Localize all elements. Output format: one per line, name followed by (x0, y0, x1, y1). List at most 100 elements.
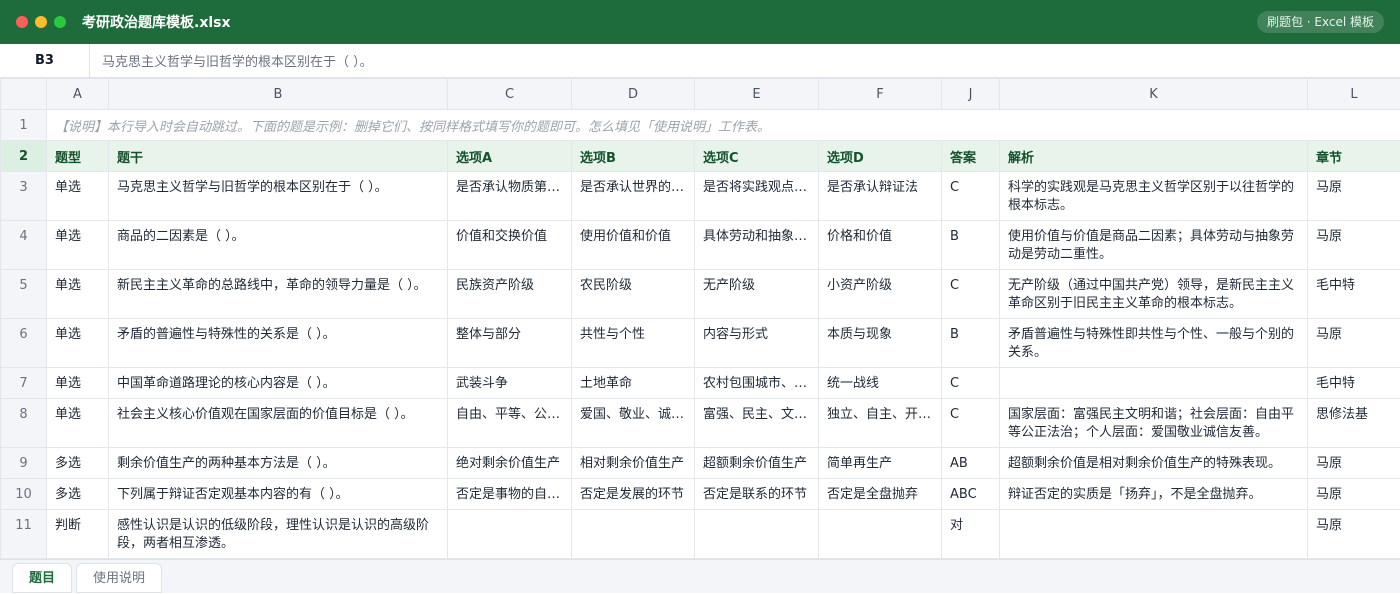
cell-option-a[interactable]: 武装斗争 (448, 368, 572, 399)
cell-explanation[interactable]: 国家层面：富强民主文明和谐；社会层面：自由平等公正法治；个人层面：爱国敬业诚信友… (1000, 399, 1308, 448)
cell-reference-box[interactable]: B3 (0, 44, 90, 77)
header-cell-option-a[interactable]: 选项A (448, 141, 572, 172)
cell-chapter[interactable]: 思修法基 (1308, 399, 1400, 448)
cell-chapter[interactable]: 毛中特 (1308, 270, 1400, 319)
row-number[interactable]: 2 (1, 141, 47, 172)
cell-stem[interactable]: 矛盾的普遍性与特殊性的关系是（ ）。 (109, 319, 448, 368)
row-number[interactable]: 11 (1, 510, 47, 559)
row-number[interactable]: 10 (1, 479, 47, 510)
formula-input[interactable]: 马克思主义哲学与旧哲学的根本区别在于（ ）。 (90, 44, 1400, 77)
row-number[interactable]: 1 (1, 110, 47, 141)
cell-option-d[interactable]: 价格和价值 (819, 221, 942, 270)
row-number[interactable]: 5 (1, 270, 47, 319)
cell-type[interactable]: 单选 (47, 221, 109, 270)
cell-explanation[interactable]: 科学的实践观是马克思主义哲学区别于以往哲学的根本标志。 (1000, 172, 1308, 221)
cell-type[interactable]: 判断 (47, 510, 109, 559)
cell-option-c[interactable]: 富强、民主、文… (695, 399, 819, 448)
cell-stem[interactable]: 社会主义核心价值观在国家层面的价值目标是（ ）。 (109, 399, 448, 448)
cell-option-a[interactable]: 否定是事物的自… (448, 479, 572, 510)
cell-option-b[interactable]: 使用价值和价值 (572, 221, 695, 270)
cell-option-d[interactable]: 是否承认辩证法 (819, 172, 942, 221)
cell-option-d[interactable]: 简单再生产 (819, 448, 942, 479)
cell-chapter[interactable]: 马原 (1308, 319, 1400, 368)
cell-stem[interactable]: 剩余价值生产的两种基本方法是（ ）。 (109, 448, 448, 479)
minimize-window-button[interactable] (35, 16, 47, 28)
cell-option-b[interactable]: 共性与个性 (572, 319, 695, 368)
cell-type[interactable]: 单选 (47, 368, 109, 399)
cell-explanation[interactable]: 矛盾普遍性与特殊性即共性与个性、一般与个别的关系。 (1000, 319, 1308, 368)
cell-option-c[interactable]: 否定是联系的环节 (695, 479, 819, 510)
select-all-corner[interactable] (1, 79, 47, 110)
cell-option-c[interactable]: 具体劳动和抽象… (695, 221, 819, 270)
cell-option-c[interactable]: 农村包围城市、… (695, 368, 819, 399)
cell-option-a[interactable]: 绝对剩余价值生产 (448, 448, 572, 479)
cell-option-a[interactable]: 是否承认物质第… (448, 172, 572, 221)
header-cell-option-b[interactable]: 选项B (572, 141, 695, 172)
cell-chapter[interactable]: 马原 (1308, 448, 1400, 479)
cell-type[interactable]: 单选 (47, 270, 109, 319)
cell-chapter[interactable]: 毛中特 (1308, 368, 1400, 399)
cell-explanation[interactable] (1000, 368, 1308, 399)
column-header-e[interactable]: E (695, 79, 819, 110)
cell-option-a[interactable]: 整体与部分 (448, 319, 572, 368)
row-number[interactable]: 3 (1, 172, 47, 221)
cell-chapter[interactable]: 马原 (1308, 172, 1400, 221)
cell-option-d[interactable]: 小资产阶级 (819, 270, 942, 319)
column-header-j[interactable]: J (942, 79, 1000, 110)
cell-option-a[interactable]: 自由、平等、公… (448, 399, 572, 448)
close-window-button[interactable] (16, 16, 28, 28)
row-number[interactable]: 8 (1, 399, 47, 448)
row-number[interactable]: 9 (1, 448, 47, 479)
cell-option-a[interactable] (448, 510, 572, 559)
cell-answer[interactable]: B (942, 221, 1000, 270)
cell-option-a[interactable]: 民族资产阶级 (448, 270, 572, 319)
cell-option-b[interactable] (572, 510, 695, 559)
header-cell-option-c[interactable]: 选项C (695, 141, 819, 172)
cell-type[interactable]: 单选 (47, 319, 109, 368)
cell-stem[interactable]: 商品的二因素是（ ）。 (109, 221, 448, 270)
cell-stem[interactable]: 马克思主义哲学与旧哲学的根本区别在于（ ）。 (109, 172, 448, 221)
header-cell-chapter[interactable]: 章节 (1308, 141, 1400, 172)
column-header-k[interactable]: K (1000, 79, 1308, 110)
cell-chapter[interactable]: 马原 (1308, 221, 1400, 270)
cell-type[interactable]: 多选 (47, 448, 109, 479)
cell-explanation[interactable]: 无产阶级（通过中国共产党）领导，是新民主主义革命区别于旧民主主义革命的根本标志。 (1000, 270, 1308, 319)
cell-option-c[interactable]: 超额剩余价值生产 (695, 448, 819, 479)
column-header-a[interactable]: A (47, 79, 109, 110)
column-header-l[interactable]: L (1308, 79, 1400, 110)
cell-explanation[interactable] (1000, 510, 1308, 559)
cell-option-b[interactable]: 农民阶级 (572, 270, 695, 319)
cell-stem[interactable]: 中国革命道路理论的核心内容是（ ）。 (109, 368, 448, 399)
column-header-b[interactable]: B (109, 79, 448, 110)
column-header-f[interactable]: F (819, 79, 942, 110)
row-number[interactable]: 7 (1, 368, 47, 399)
header-cell-type[interactable]: 题型 (47, 141, 109, 172)
cell-stem[interactable]: 下列属于辩证否定观基本内容的有（ ）。 (109, 479, 448, 510)
cell-option-c[interactable]: 是否将实践观点… (695, 172, 819, 221)
cell-explanation[interactable]: 辩证否定的实质是「扬弃」，不是全盘抛弃。 (1000, 479, 1308, 510)
cell-answer[interactable]: C (942, 368, 1000, 399)
cell-answer[interactable]: C (942, 399, 1000, 448)
cell-answer[interactable]: C (942, 270, 1000, 319)
cell-answer[interactable]: B (942, 319, 1000, 368)
cell-type[interactable]: 单选 (47, 172, 109, 221)
sheet-tab-instructions[interactable]: 使用说明 (76, 563, 162, 593)
cell-option-d[interactable]: 统一战线 (819, 368, 942, 399)
cell-option-d[interactable] (819, 510, 942, 559)
cell-option-c[interactable]: 无产阶级 (695, 270, 819, 319)
cell-option-b[interactable]: 否定是发展的环节 (572, 479, 695, 510)
cell-option-c[interactable] (695, 510, 819, 559)
cell-answer[interactable]: 对 (942, 510, 1000, 559)
header-cell-explanation[interactable]: 解析 (1000, 141, 1308, 172)
cell-type[interactable]: 单选 (47, 399, 109, 448)
sheet-tab-questions[interactable]: 题目 (12, 563, 72, 593)
cell-option-d[interactable]: 本质与现象 (819, 319, 942, 368)
header-cell-answer[interactable]: 答案 (942, 141, 1000, 172)
cell-option-b[interactable]: 土地革命 (572, 368, 695, 399)
cell-option-a[interactable]: 价值和交换价值 (448, 221, 572, 270)
cell-answer[interactable]: C (942, 172, 1000, 221)
cell-option-d[interactable]: 独立、自主、开… (819, 399, 942, 448)
cell-answer[interactable]: ABC (942, 479, 1000, 510)
maximize-window-button[interactable] (54, 16, 66, 28)
column-header-d[interactable]: D (572, 79, 695, 110)
